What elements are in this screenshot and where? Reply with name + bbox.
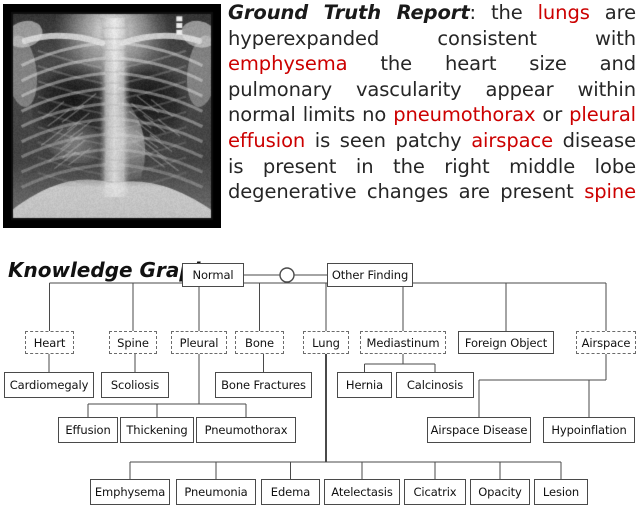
kg-node-label: Heart [34, 336, 66, 350]
kg-node-label: Bone Fractures [221, 378, 306, 392]
kg-node-label: Other Finding [332, 268, 408, 282]
kg-node-hypoinflation[interactable]: Hypoinflation [543, 417, 635, 443]
kg-node-bone[interactable]: Bone [235, 331, 284, 354]
report-highlight-term: spine [584, 180, 636, 203]
kg-node-pleural[interactable]: Pleural [171, 331, 227, 354]
kg-node-hernia[interactable]: Hernia [337, 372, 392, 398]
kg-node-mediastinum[interactable]: Mediastinum [360, 331, 446, 354]
kg-node-scoliosis[interactable]: Scoliosis [101, 372, 169, 398]
kg-node-other_finding[interactable]: Other Finding [327, 263, 413, 287]
knowledge-graph-edges [0, 232, 640, 510]
knowledge-graph-panel: Knowledge Graph Normal Other Finding Heart… [0, 232, 640, 510]
kg-node-thickening[interactable]: Thickening [120, 417, 194, 443]
report-title: Ground Truth Report [228, 1, 470, 24]
report-panel: Ground Truth Report: the lungs are hyper… [0, 0, 640, 232]
kg-node-label: Emphysema [95, 485, 165, 499]
kg-node-heart[interactable]: Heart [25, 331, 74, 354]
kg-node-normal[interactable]: Normal [182, 263, 244, 287]
kg-node-label: Mediastinum [367, 336, 440, 350]
kg-node-label: Spine [117, 336, 149, 350]
kg-node-effusion[interactable]: Effusion [58, 417, 118, 443]
kg-node-label: Airspace Disease [431, 423, 528, 437]
kg-node-label: Opacity [478, 485, 522, 499]
kg-node-emphysema[interactable]: Emphysema [90, 479, 170, 505]
kg-node-pneumothorax[interactable]: Pneumothorax [196, 417, 296, 443]
kg-node-opacity[interactable]: Opacity [470, 479, 530, 505]
kg-node-foreign_object[interactable]: Foreign Object [458, 331, 554, 354]
kg-node-label: Atelectasis [331, 485, 392, 499]
kg-node-label: Normal [192, 268, 233, 282]
report-text-segment: is seen patchy [305, 129, 471, 152]
kg-node-bone_fractures[interactable]: Bone Fractures [215, 372, 312, 398]
kg-node-label: Pneumonia [184, 485, 247, 499]
kg-node-label: Airspace [582, 336, 631, 350]
kg-node-lung[interactable]: Lung [303, 331, 349, 354]
kg-node-spine[interactable]: Spine [109, 331, 157, 354]
kg-node-cardiomegaly[interactable]: Cardiomegaly [4, 372, 94, 398]
kg-node-airspace[interactable]: Airspace [576, 331, 636, 354]
kg-node-label: Cicatrix [413, 485, 456, 499]
chest-xray-canvas [3, 4, 221, 228]
report-highlight-term: lungs [538, 1, 590, 24]
report-highlight-term: airspace [471, 129, 553, 152]
kg-node-label: Calcinosis [407, 378, 463, 392]
kg-node-label: Pneumothorax [205, 423, 288, 437]
kg-node-label: Lung [312, 336, 340, 350]
report-highlight-term: pneumothorax [393, 103, 535, 126]
report-text-segment: or [535, 103, 569, 126]
kg-node-label: Pleural [180, 336, 219, 350]
kg-node-label: Lesion [543, 485, 579, 499]
kg-node-pneumonia[interactable]: Pneumonia [176, 479, 256, 505]
kg-root-junction-icon [280, 268, 294, 282]
kg-node-airspace_disease[interactable]: Airspace Disease [427, 417, 531, 443]
kg-node-cicatrix[interactable]: Cicatrix [404, 479, 466, 505]
kg-node-atelectasis[interactable]: Atelectasis [324, 479, 400, 505]
kg-node-label: Bone [245, 336, 274, 350]
kg-node-label: Edema [271, 485, 310, 499]
kg-node-label: Hernia [346, 378, 383, 392]
kg-node-label: Cardiomegaly [10, 378, 89, 392]
kg-node-label: Effusion [65, 423, 110, 437]
kg-node-lesion[interactable]: Lesion [534, 479, 588, 505]
kg-node-label: Thickening [126, 423, 187, 437]
kg-node-edema[interactable]: Edema [261, 479, 320, 505]
kg-node-label: Hypoinflation [551, 423, 626, 437]
report-highlight-term: emphysema [228, 52, 347, 75]
kg-node-calcinosis[interactable]: Calcinosis [396, 372, 474, 398]
kg-node-label: Scoliosis [111, 378, 159, 392]
kg-node-label: Foreign Object [465, 336, 547, 350]
chest-xray-image [3, 4, 221, 228]
report-text-segment: : the [470, 1, 538, 24]
report-paragraph: Ground Truth Report: the lungs are hyper… [228, 0, 636, 230]
ground-truth-report-text: Ground Truth Report: the lungs are hyper… [228, 0, 636, 232]
